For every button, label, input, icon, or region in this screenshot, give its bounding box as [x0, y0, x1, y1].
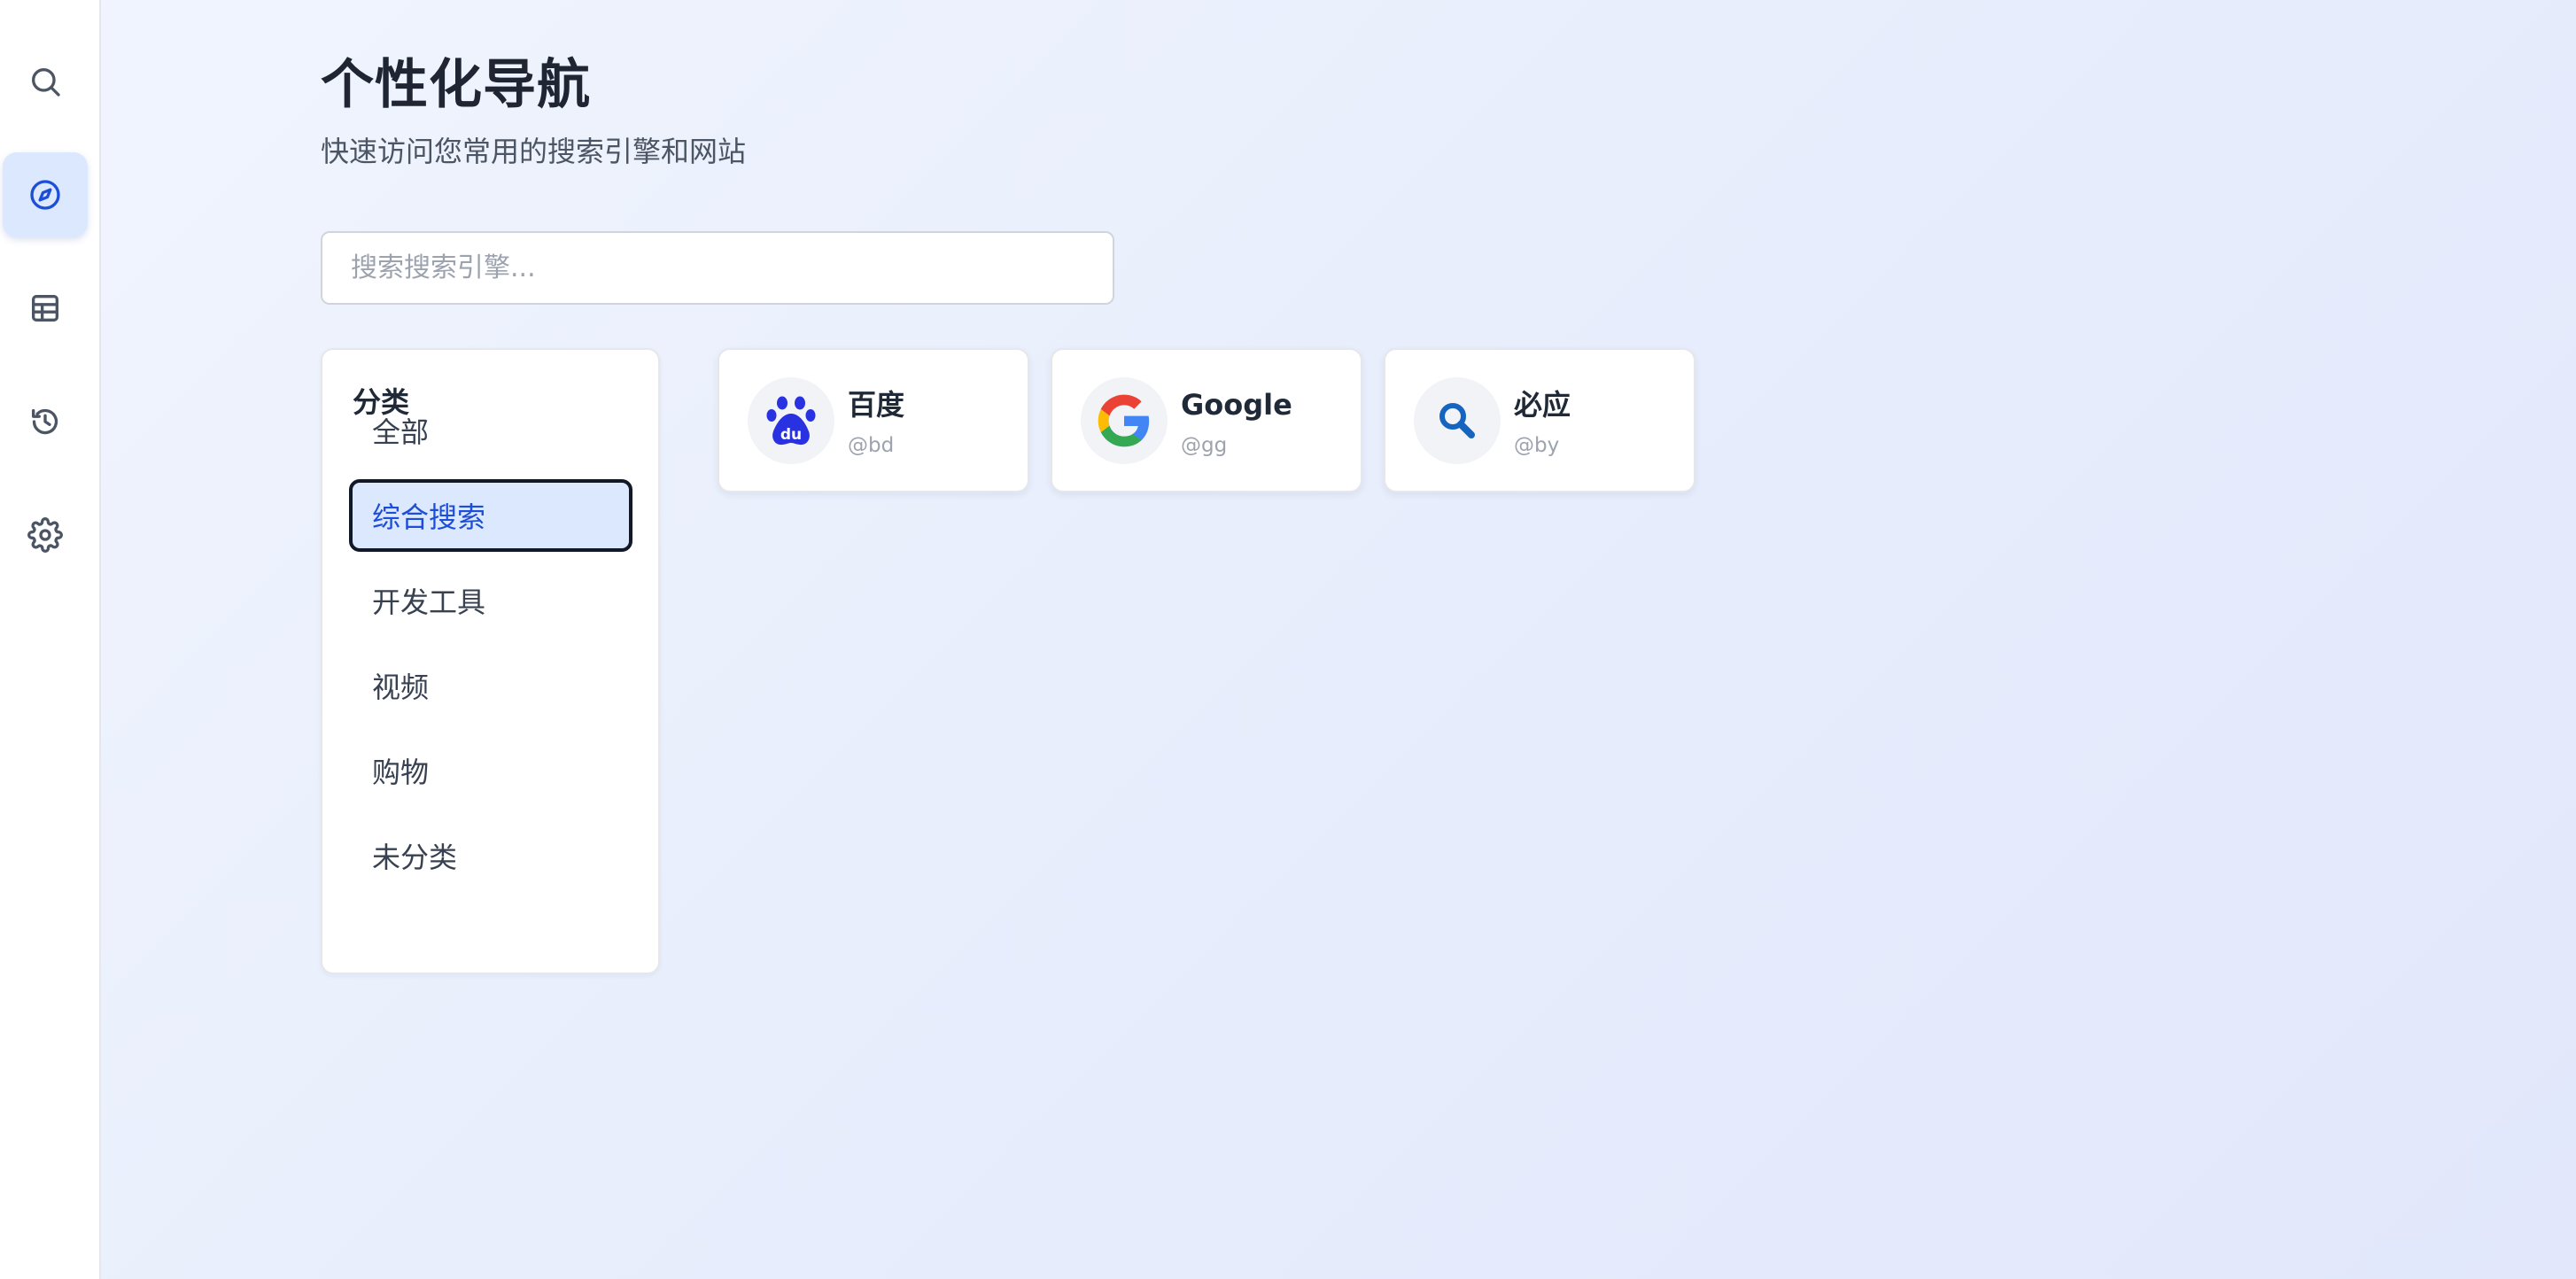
category-panel: 分类 全部 综合搜索 开发工具 视频 购物 未分类: [321, 348, 660, 974]
history-icon: [32, 408, 58, 435]
category-label: 全部: [372, 415, 430, 449]
category-item-general-search[interactable]: 综合搜索: [349, 479, 632, 552]
engine-name: 必应: [1514, 388, 1571, 422]
sidebar: [0, 0, 101, 1279]
sidebar-item-search[interactable]: [3, 39, 88, 124]
engine-card-google[interactable]: Google @gg: [1051, 348, 1362, 492]
category-item-dev-tools[interactable]: 开发工具: [349, 564, 632, 637]
engine-alias: @gg: [1181, 434, 1228, 457]
page-title: 个性化导航: [321, 54, 591, 116]
search-icon: [32, 68, 60, 97]
engine-logo: [1081, 377, 1168, 464]
sidebar-item-table[interactable]: [3, 266, 88, 351]
engine-name: Google: [1181, 388, 1292, 422]
category-item-video[interactable]: 视频: [349, 649, 632, 722]
category-item-shopping[interactable]: 购物: [349, 734, 632, 807]
category-item-all[interactable]: 全部: [349, 394, 632, 467]
sidebar-item-history[interactable]: [3, 379, 88, 464]
category-label: 视频: [372, 671, 430, 704]
category-label: 综合搜索: [372, 500, 486, 534]
magnifier-icon: [1439, 403, 1475, 438]
google-g-icon: [1098, 394, 1150, 447]
sidebar-item-navigation[interactable]: [3, 152, 88, 237]
engine-logo: du: [748, 377, 834, 464]
category-item-uncategorized[interactable]: 未分类: [349, 819, 632, 892]
engine-card-baidu[interactable]: du 百度 @bd: [718, 348, 1029, 492]
engine-logo: [1414, 377, 1501, 464]
table-icon: [32, 295, 59, 322]
category-label: 购物: [372, 756, 430, 789]
category-label: 未分类: [372, 841, 458, 874]
engine-card-bing[interactable]: 必应 @by: [1384, 348, 1695, 492]
engine-alias: @by: [1514, 434, 1560, 457]
svg-text:du: du: [780, 426, 802, 444]
engine-alias: @bd: [848, 434, 895, 457]
category-label: 开发工具: [372, 585, 486, 619]
page-subtitle: 快速访问您常用的搜索引擎和网站: [321, 135, 747, 168]
compass-icon: [30, 180, 60, 210]
baidu-paw-icon: du: [766, 396, 816, 446]
search-input[interactable]: [321, 231, 1114, 305]
gear-icon: [27, 517, 63, 553]
sidebar-item-settings[interactable]: [3, 492, 88, 577]
engine-name: 百度: [848, 388, 905, 422]
